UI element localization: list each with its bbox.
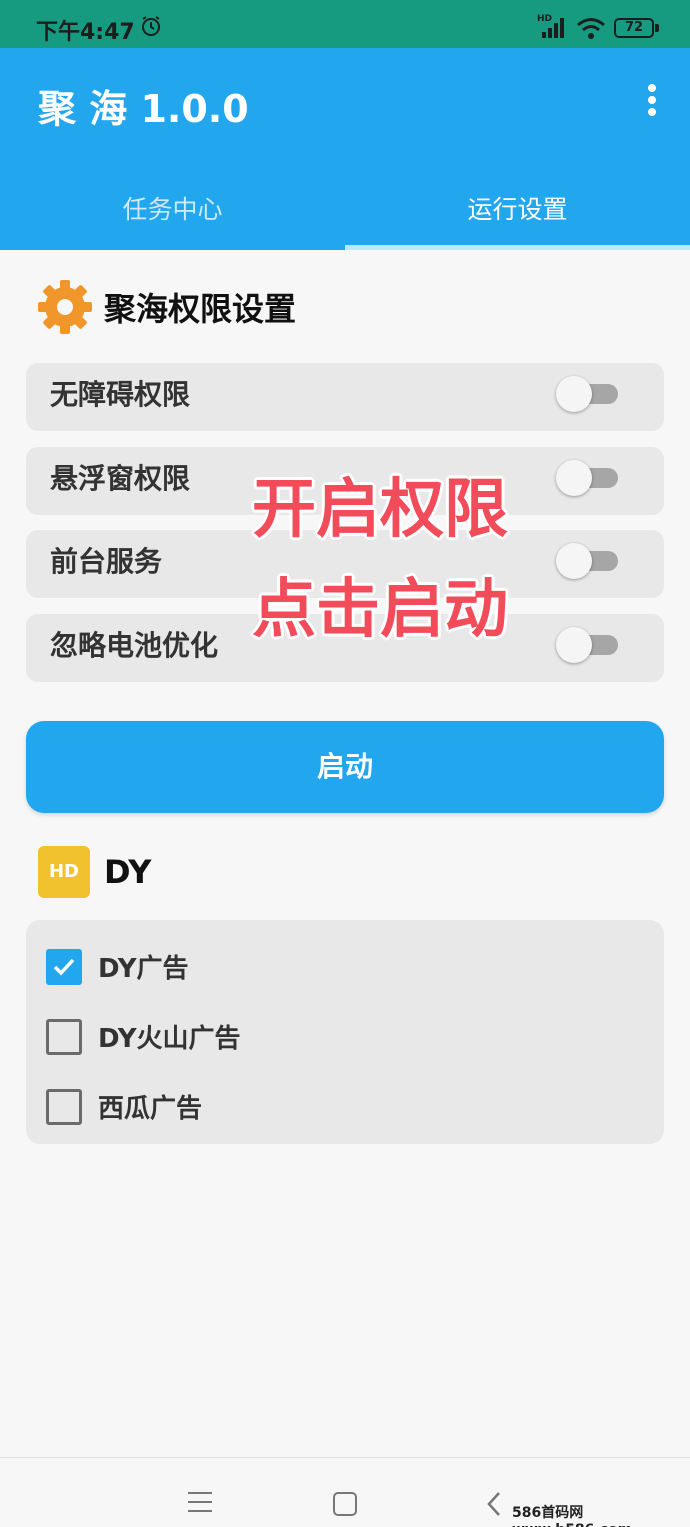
watermark-text: 586首码网 www.h586.com <box>512 1505 632 1527</box>
signal-icon <box>542 18 564 38</box>
battery-icon: 72 <box>614 18 654 38</box>
tab-bar: 任务中心 运行设置 <box>0 180 690 250</box>
foreground-toggle[interactable] <box>556 543 618 579</box>
permissions-title: 聚海权限设置 <box>104 290 297 328</box>
option-label: DY广告 <box>98 954 189 984</box>
overlay-text-line1: 开启权限 <box>252 473 508 547</box>
dy-title: DY <box>104 853 152 891</box>
home-icon[interactable] <box>333 1492 357 1516</box>
hd-badge-icon: HD <box>38 846 90 898</box>
option-label: DY火山广告 <box>98 1024 241 1054</box>
recent-apps-icon[interactable] <box>188 1492 212 1519</box>
tab-task-center[interactable]: 任务中心 <box>0 180 345 250</box>
permission-label: 前台服务 <box>50 545 163 578</box>
app-bar: 聚 海 1.0.0 任务中心 运行设置 <box>0 48 690 250</box>
wifi-icon <box>577 18 605 39</box>
status-time: 下午4:47 <box>36 20 135 45</box>
tab-indicator <box>345 245 690 250</box>
alarm-icon <box>142 16 160 36</box>
permission-row-accessibility: 无障碍权限 <box>26 363 664 431</box>
option-label: 西瓜广告 <box>98 1094 203 1124</box>
option-dy-huoshan-ad[interactable]: DY火山广告 <box>46 1018 241 1055</box>
battery-optimization-toggle[interactable] <box>556 627 618 663</box>
permission-label: 无障碍权限 <box>50 378 191 411</box>
status-bar: 下午4:47 HD 72 <box>0 0 690 48</box>
permission-label: 悬浮窗权限 <box>50 462 191 495</box>
more-vertical-icon[interactable] <box>640 84 664 124</box>
permissions-header: 聚海权限设置 <box>36 278 296 336</box>
checkbox-checked-icon[interactable] <box>46 948 82 985</box>
checkbox-unchecked-icon[interactable] <box>46 1018 82 1055</box>
gear-icon <box>38 280 92 334</box>
option-dy-ad[interactable]: DY广告 <box>46 948 189 985</box>
overlay-toggle[interactable] <box>556 460 618 496</box>
app-title: 聚 海 1.0.0 <box>38 87 249 131</box>
accessibility-toggle[interactable] <box>556 376 618 412</box>
option-xigua-ad[interactable]: 西瓜广告 <box>46 1088 202 1125</box>
overlay-text-line2: 点击启动 <box>252 573 508 647</box>
tab-run-settings[interactable]: 运行设置 <box>345 180 690 250</box>
dy-options-card: DY广告 DY火山广告 西瓜广告 <box>26 920 664 1144</box>
dy-header: HD DY <box>38 846 151 898</box>
back-icon[interactable] <box>484 1490 504 1518</box>
checkbox-unchecked-icon[interactable] <box>46 1088 82 1125</box>
permission-label: 忽略电池优化 <box>50 629 219 662</box>
navigation-bar: 586首码网 www.h586.com <box>0 1457 690 1527</box>
start-button[interactable]: 启动 <box>26 721 664 813</box>
battery-tip <box>655 24 659 32</box>
